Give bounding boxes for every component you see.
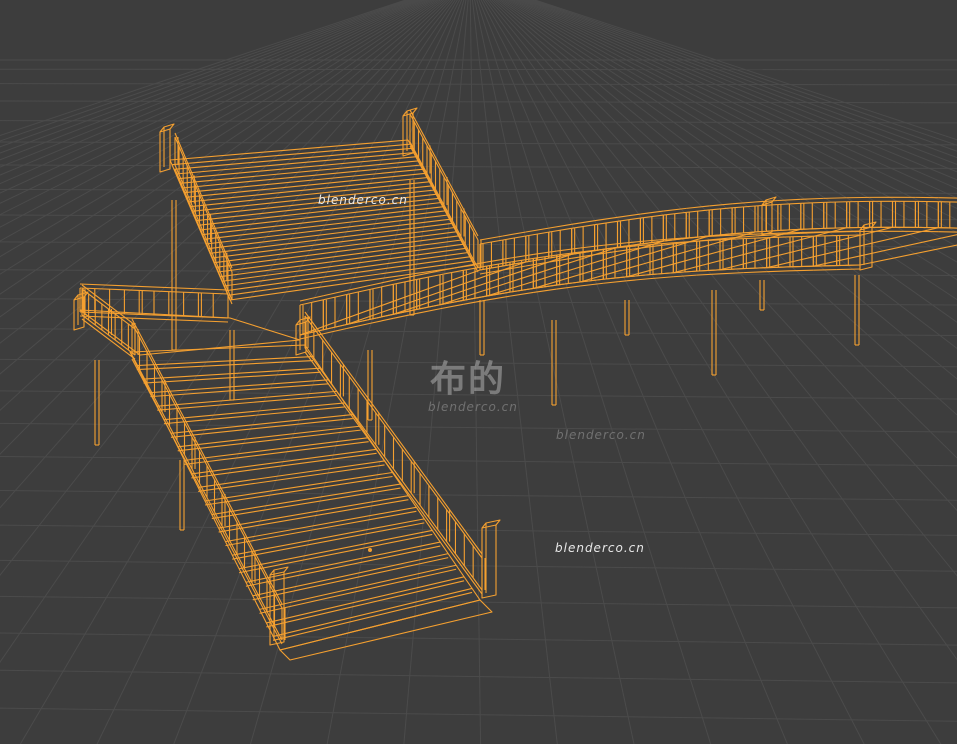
bridge-far-rail-plinth	[754, 233, 778, 237]
bridge-near-rail-cap	[439, 265, 464, 272]
bridge-near-rail-plinth	[743, 271, 767, 274]
bridge-near-rail-plinth	[766, 270, 791, 273]
bridge-near-rail-plinth	[416, 308, 441, 314]
bridge-far-rail-cap	[686, 205, 710, 209]
bridge-near-rail-plinth	[439, 303, 464, 310]
front-stair-riser	[136, 360, 313, 371]
object-origin-dot	[368, 548, 372, 552]
bridge-near-rail-plinth	[603, 280, 627, 284]
bridge-far-rail-cap	[502, 231, 526, 237]
watermark-faint-right: blenderco.cn	[556, 428, 646, 442]
bridge-far-rail-cap	[548, 223, 572, 229]
bridge-far-rail-cap	[777, 198, 801, 202]
bridge-near-rail-plinth	[789, 269, 814, 272]
bridge-deck-plank	[859, 244, 957, 266]
bridge-far-rail-cap	[709, 203, 733, 207]
front-stair-step	[273, 587, 473, 637]
bridge-near-rail-plinth	[556, 285, 581, 290]
front-stair-post-right	[481, 524, 497, 599]
bridge-near-rail-cap	[626, 240, 651, 244]
bridge-near-rail-plinth	[626, 278, 651, 282]
3d-viewport[interactable]: blenderco.cn 布的 blenderco.cn blenderco.c…	[0, 0, 957, 744]
upper-ramp-step	[177, 156, 417, 180]
watermark-bottom-right: blenderco.cn	[555, 541, 645, 555]
watermark-logo: 布的	[430, 359, 507, 400]
front-stair-riser	[157, 394, 337, 411]
front-stair-post-right-top	[481, 519, 501, 529]
upper-ramp-step	[213, 231, 458, 264]
bridge-near-rail-plinth	[673, 274, 697, 278]
bridge-far-rail-plinth	[502, 265, 526, 271]
upper-ramp-step	[223, 251, 469, 287]
bridge-near-rail-plinth	[509, 291, 534, 297]
bridge-far-rail-plinth	[732, 235, 756, 239]
bridge-far-rail-cap	[571, 220, 595, 225]
bridge-far-rail-plinth	[823, 231, 847, 233]
front-stair-riser	[225, 510, 417, 547]
front-stair-step	[184, 437, 369, 461]
front-stair-riser	[184, 441, 369, 465]
bridge-far-rail-cap	[617, 213, 641, 218]
upper-ramp-outline	[169, 139, 476, 301]
bridge-far-rail-plinth	[479, 269, 504, 275]
bridge-near-rail-cap	[486, 257, 511, 263]
upper-ramp-step	[179, 160, 420, 184]
watermark-logo-sub: blenderco.cn	[428, 400, 518, 414]
upper-ramp-step	[209, 222, 453, 254]
front-stair-step	[225, 506, 417, 543]
watermark-top: blenderco.cn	[318, 193, 408, 207]
front-stair-riser	[266, 580, 465, 628]
front-stair-step	[164, 402, 345, 421]
bridge-far-rail-cap	[823, 197, 847, 199]
bridge-far-rail-cap	[640, 210, 664, 215]
front-stair-riser	[259, 568, 457, 614]
upper-ramp-step	[215, 235, 460, 268]
bridge-end-post-near-top	[859, 221, 877, 231]
bridge-near-rail-plinth	[579, 282, 604, 287]
bridge-near-rail-plinth	[813, 269, 837, 271]
front-stair-step	[259, 564, 457, 610]
bridge-near-rail-plinth	[836, 268, 861, 271]
bridge-far-rail-cap	[525, 227, 549, 233]
